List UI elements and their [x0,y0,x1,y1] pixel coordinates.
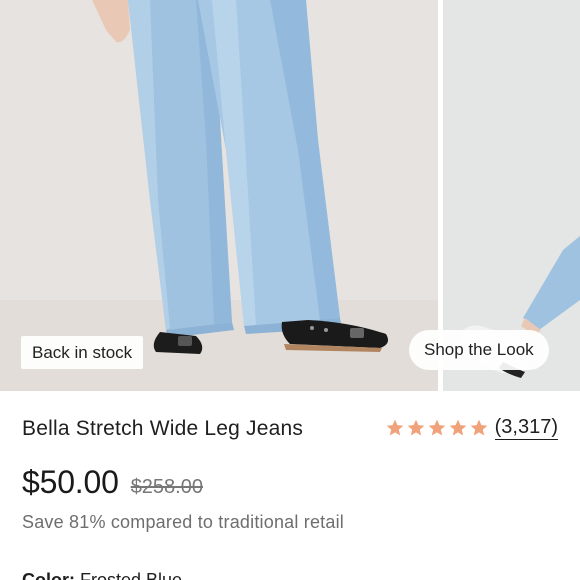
product-photo-jeans [0,0,438,391]
current-price: $50.00 [22,464,119,500]
product-image-gallery[interactable]: Back in stock Shop the Look [0,0,580,391]
savings-text: Save 81% compared to traditional retail [22,512,344,532]
color-value: Frosted Blue [80,570,183,580]
star-icon [407,419,424,436]
rating-stars [385,418,489,438]
product-title-row: Bella Stretch Wide Leg Jeans (3,317) [22,416,558,446]
star-icon [386,419,403,436]
product-rating[interactable]: (3,317) [385,416,558,440]
star-icon [428,419,445,436]
star-icon [449,419,466,436]
color-label: Color: [22,570,75,580]
review-count-link[interactable]: (3,317) [494,416,558,440]
color-selector-label: Color: Frosted Blue [22,570,182,580]
product-image-main[interactable]: Back in stock [0,0,438,391]
star-icon [470,419,487,436]
back-in-stock-badge: Back in stock [21,336,144,369]
price-row: $50.00 $258.00 [22,464,203,504]
product-title: Bella Stretch Wide Leg Jeans [22,417,304,440]
shop-the-look-button[interactable]: Shop the Look [409,330,549,370]
original-price: $258.00 [130,476,203,498]
